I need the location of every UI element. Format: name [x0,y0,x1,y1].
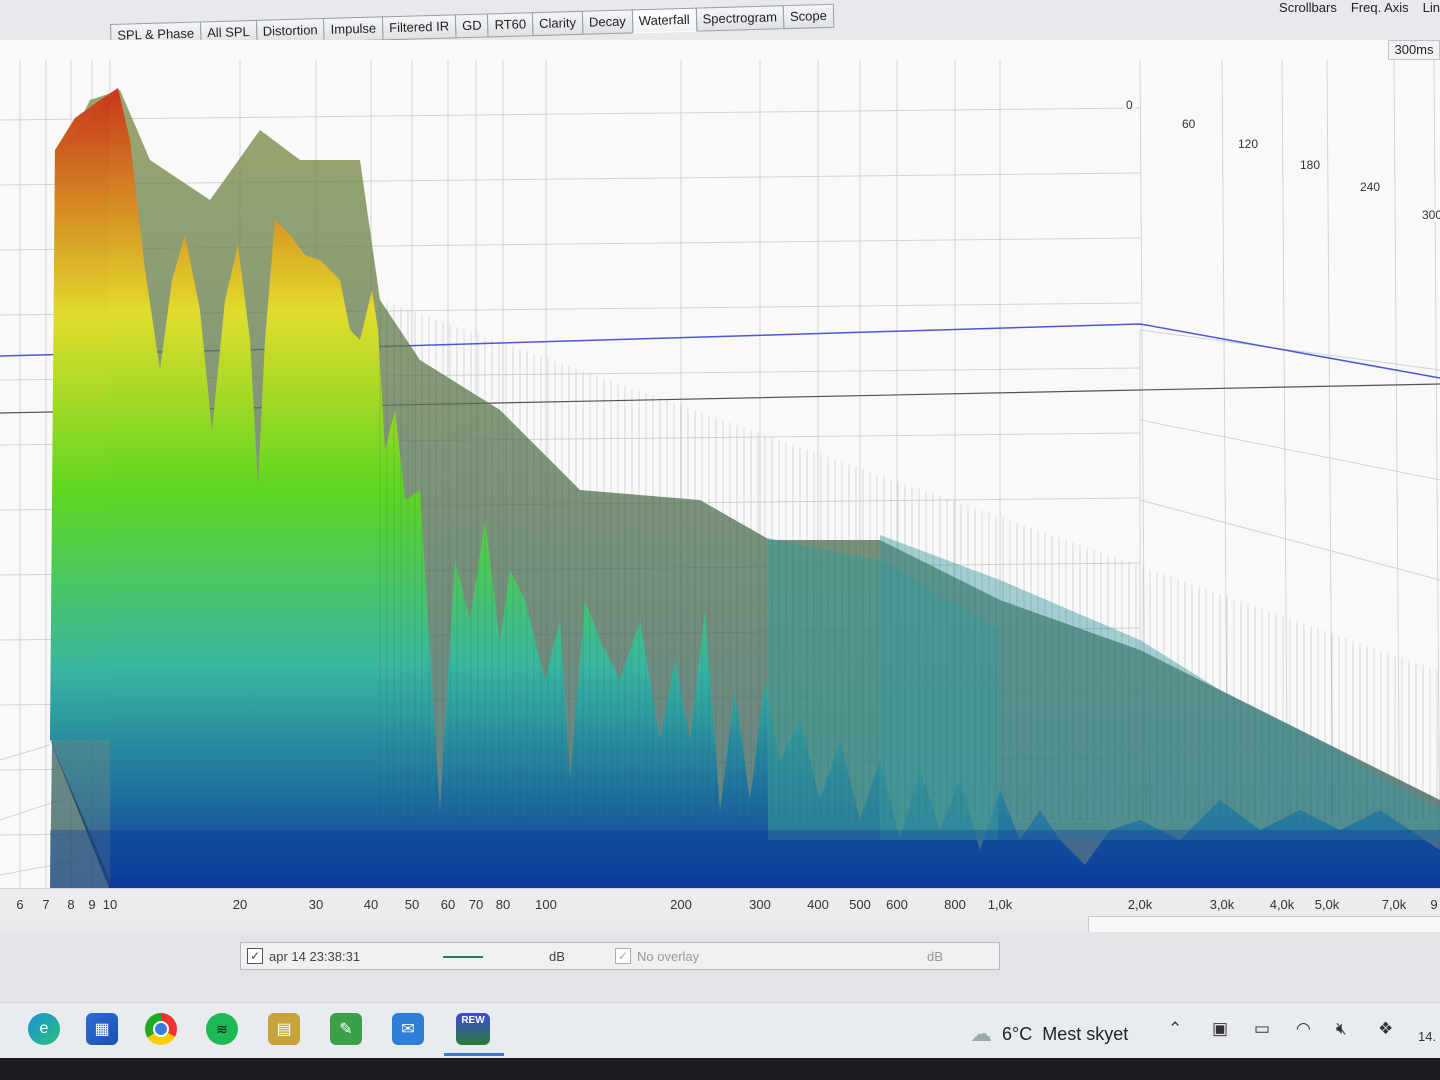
overlay-unit: dB [927,949,943,964]
freq-tick-label: 300 [749,897,771,912]
overlay-label: No overlay [637,949,700,964]
tab-impulse[interactable]: Impulse [323,16,384,43]
tab-spectrogram[interactable]: Spectrogram [695,5,785,32]
time-tick-label: 60 [1180,117,1198,131]
freq-tick-label: 5,0k [1314,897,1340,912]
mail-icon[interactable]: ✉ [392,1013,424,1045]
battery-icon[interactable]: ▭ [1254,1019,1270,1039]
freq-tick-label: 50 [404,897,420,912]
freq-axis-button[interactable]: Freq. Axis [1351,0,1409,15]
tab-rt60[interactable]: RT60 [487,12,534,38]
freq-tick-label: 600 [886,897,908,912]
waterfall-graph[interactable]: 300ms 0 60 120 180 240 300 [0,40,1440,890]
windows-taskbar: e ▦ ≋ ▤ ✎ ✉ REW ☁ 6°C Mest skyet ⌃ ▣ ▭ ◠… [0,1002,1440,1059]
freq-tick-label: 8 [67,897,75,912]
tab-filtered-ir[interactable]: Filtered IR [381,14,457,41]
freq-tick-label: 30 [308,897,324,912]
freq-tick-label: 400 [807,897,829,912]
teal-slice-2 [880,535,1440,840]
screen-bezel [0,1058,1440,1080]
freq-tick-label: 7,0k [1381,897,1407,912]
measurement-checkbox[interactable]: ✓ [247,948,263,964]
frequency-axis: 6 7 8 9 10 20 30 40 50 60 70 80 100 200 300 400 500 600 80… [0,888,1440,919]
edge-icon[interactable]: e [28,1013,60,1045]
freq-tick-label: 9 [1430,897,1438,912]
dropbox-icon[interactable]: ❖ [1378,1019,1393,1039]
measurement-name: apr 14 23:38:31 [269,949,361,964]
scrollbars-button[interactable]: Scrollbars [1279,0,1337,15]
spotify-icon[interactable]: ≋ [206,1013,238,1045]
time-tick-label: 240 [1358,180,1383,194]
wifi-icon[interactable]: ◠ [1296,1019,1311,1039]
time-tick-label: 0 [1124,98,1135,112]
freq-tick-label: 3,0k [1209,897,1235,912]
time-tick-label: 180 [1298,158,1323,172]
lin-button[interactable]: Lin [1423,0,1440,15]
overlay-checkbox[interactable]: ✓ [615,948,631,964]
freq-tick-label: 6 [16,897,24,912]
freq-tick-label: 2,0k [1127,897,1153,912]
clock[interactable]: 14. [1418,1029,1436,1044]
legend-box: ✓ apr 14 23:38:31 dB ✓ No overlay dB [240,942,1000,970]
meet-icon[interactable]: ▣ [1212,1019,1228,1039]
freq-tick-label: 40 [363,897,379,912]
freq-tick-label: 20 [232,897,248,912]
time-tick-label: 300 [1420,208,1440,222]
tab-decay[interactable]: Decay [581,9,634,35]
freq-tick-label: 80 [495,897,511,912]
freq-tick-label: 60 [440,897,456,912]
freq-tick-label: 100 [535,897,557,912]
measurement-line-sample [443,956,483,958]
tab-clarity[interactable]: Clarity [531,10,584,37]
tab-scope[interactable]: Scope [782,3,835,30]
freq-tick-label: 70 [468,897,484,912]
tab-gd[interactable]: GD [454,13,489,39]
tab-waterfall[interactable]: Waterfall [631,7,697,34]
cloud-icon: ☁ [970,1021,992,1046]
freq-tick-label: 10 [102,897,118,912]
graph-toolbar-right: Scrollbars Freq. Axis Lin [1279,0,1440,15]
time-tick-label: 120 [1236,137,1261,151]
time-range-badge[interactable]: 300ms [1388,40,1440,60]
notes-icon[interactable]: ▤ [268,1013,300,1045]
chrome-icon[interactable] [145,1013,177,1045]
weather-temp: 6°C [1002,1023,1033,1044]
legend-area: ✓ apr 14 23:38:31 dB ✓ No overlay dB [0,932,1440,1002]
weather-widget[interactable]: ☁ 6°C Mest skyet [970,1021,1128,1047]
freq-tick-label: 500 [849,897,871,912]
chevron-up-icon[interactable]: ⌃ [1168,1019,1182,1039]
freq-tick-label: 7 [42,897,50,912]
freq-tick-label: 9 [88,897,96,912]
app-icon[interactable]: ✎ [330,1013,362,1045]
waterfall-plot [0,59,1440,890]
freq-tick-label: 800 [944,897,966,912]
active-app-indicator [444,1053,504,1056]
speaker-muted-icon[interactable]: 🔇︎ [1336,1019,1347,1039]
store-icon[interactable]: ▦ [86,1013,118,1045]
freq-tick-label: 4,0k [1269,897,1295,912]
measurement-unit: dB [549,949,565,964]
rew-icon[interactable]: REW [456,1013,490,1045]
weather-text: Mest skyet [1042,1023,1129,1044]
freq-tick-label: 1,0k [987,897,1013,912]
freq-tick-label: 200 [670,897,692,912]
